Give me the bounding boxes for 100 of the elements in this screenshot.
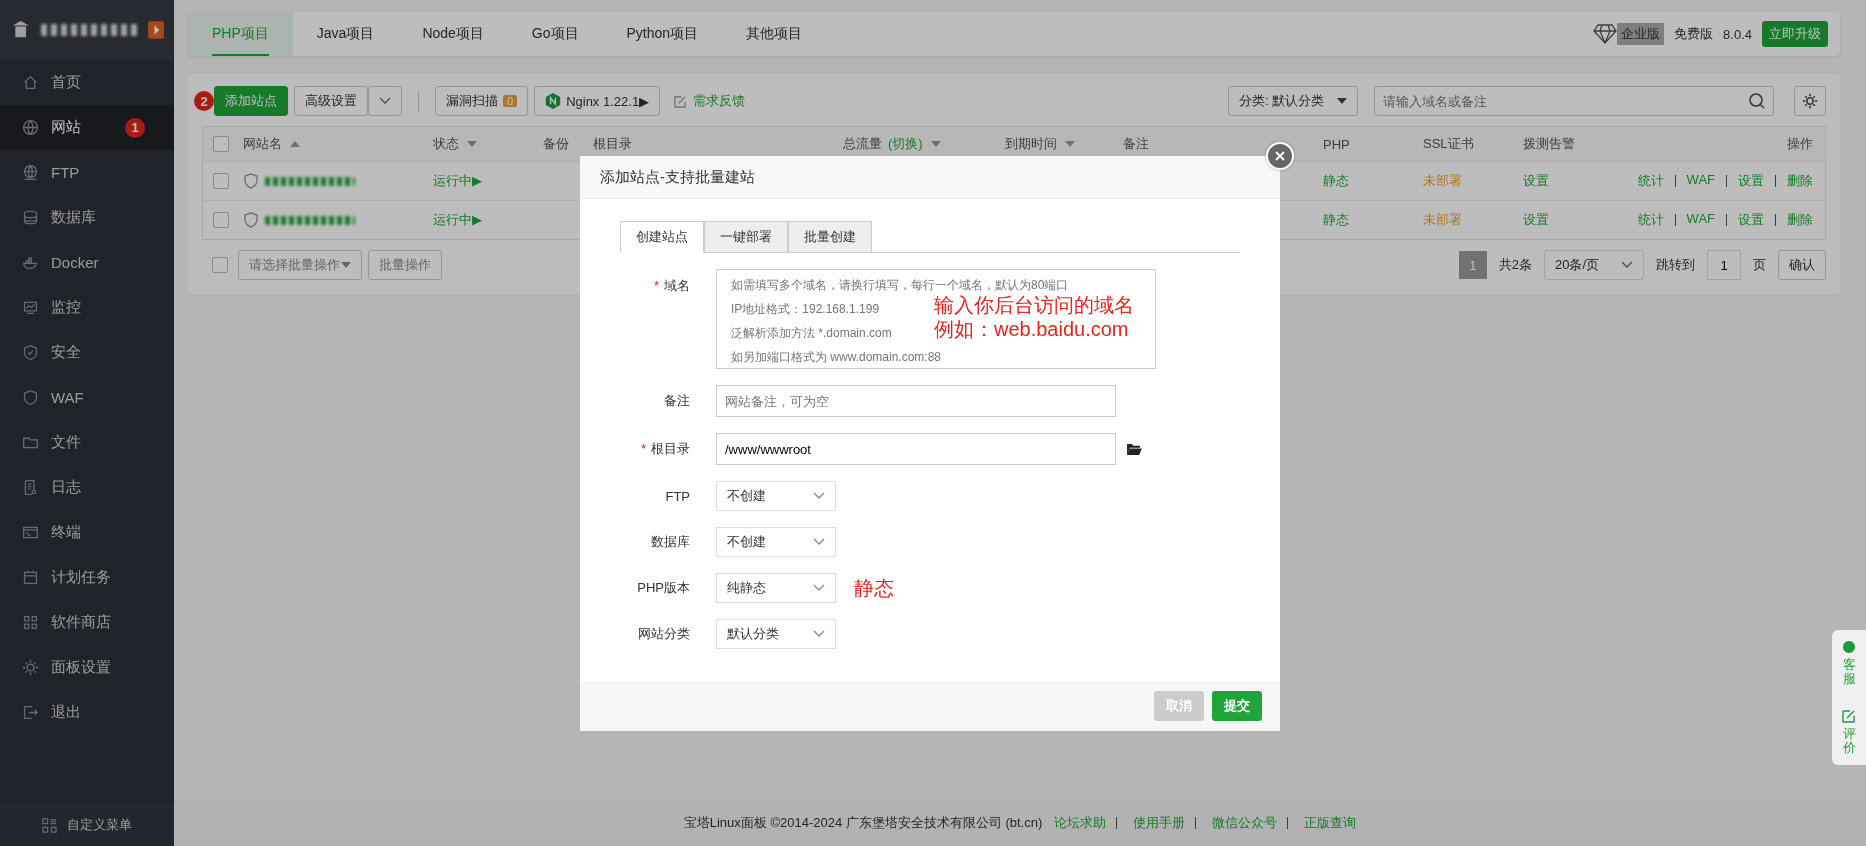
project-tab[interactable]: Go项目 (507, 12, 603, 56)
sidebar-item[interactable]: 首页 (0, 60, 174, 105)
sidebar-label: 监控 (51, 298, 81, 317)
project-tab[interactable]: Python项目 (602, 12, 723, 56)
column-header[interactable]: 到期时间 (1005, 135, 1123, 153)
sidebar-label: 终端 (51, 523, 81, 542)
traffic-switch-link[interactable]: (切换) (888, 135, 923, 153)
sidebar-label: 退出 (51, 703, 81, 722)
shield-icon (243, 212, 259, 228)
monitor-link[interactable]: 设置 (1523, 211, 1623, 229)
category-select[interactable]: 分类: 默认分类 (1228, 86, 1358, 116)
checkbox[interactable] (212, 257, 228, 273)
action-link[interactable]: 统计 (1637, 172, 1664, 190)
sidebar-label: 日志 (51, 478, 81, 497)
custom-menu-link[interactable]: 自定义菜单 (67, 816, 132, 834)
sidebar-item[interactable]: 软件商店 (0, 600, 174, 645)
root-directory-field[interactable]: /www/wwwroot (716, 433, 1116, 465)
dropdown-select[interactable]: 不创建 (716, 481, 836, 511)
dialog-tab[interactable]: 一键部署 (704, 221, 788, 252)
feedback-link[interactable]: 需求反馈 (693, 92, 746, 110)
monitor-link[interactable]: 设置 (1523, 172, 1623, 190)
sidebar-item[interactable]: FTP (0, 150, 174, 195)
checkbox[interactable] (213, 212, 229, 228)
database-icon (22, 209, 39, 226)
sidebar-item[interactable]: 数据库 (0, 195, 174, 240)
nginx-button[interactable]: Nginx 1.22.1▶ (534, 86, 661, 116)
column-header[interactable]: 拨测告警 (1523, 135, 1623, 153)
page-unit-label: 页 (1753, 256, 1766, 274)
shield-icon (22, 344, 39, 361)
upgrade-button[interactable]: 立即升级 (1762, 21, 1828, 47)
review-button[interactable]: 评价 (1842, 708, 1856, 756)
annotation-text: 静态 (854, 575, 894, 601)
action-link[interactable]: 删除 (1787, 172, 1813, 190)
folder-icon[interactable] (1126, 442, 1143, 456)
project-tab[interactable]: 其他项目 (722, 12, 827, 56)
sidebar-label: 网站 (51, 118, 81, 137)
chevron-down-icon (813, 630, 825, 638)
sidebar-item[interactable]: 面板设置 (0, 645, 174, 690)
batch-action-button[interactable]: 批量操作 (368, 250, 442, 280)
status-link[interactable]: 运行中▶ (433, 172, 543, 190)
dropdown-select[interactable]: 默认分类 (716, 619, 836, 649)
sidebar-item[interactable]: WAF (0, 375, 174, 420)
project-tab[interactable]: Java项目 (292, 12, 399, 56)
sidebar-item[interactable]: 监控 (0, 285, 174, 330)
edit-icon (674, 94, 688, 108)
sidebar-item[interactable]: 安全 (0, 330, 174, 375)
search-field[interactable]: 请输入域名或备注 (1374, 86, 1774, 116)
column-header[interactable]: 网站名 (243, 135, 433, 153)
column-header[interactable]: 备份 (543, 135, 593, 153)
sidebar-item[interactable]: 日志 (0, 465, 174, 510)
sidebar-label: 面板设置 (51, 658, 111, 677)
sidebar-item[interactable]: 终端 (0, 510, 174, 555)
search-icon[interactable] (1749, 93, 1765, 109)
column-header[interactable]: 操作 (1623, 135, 1813, 153)
column-header[interactable]: 状态 (433, 135, 543, 153)
dropdown-select[interactable]: 纯静态 (716, 573, 836, 603)
enterprise-edition-label[interactable]: 企业版 (1617, 23, 1665, 45)
column-header[interactable]: SSL证书 (1423, 135, 1523, 153)
add-site-button[interactable]: 添加站点 (214, 86, 288, 116)
php-link[interactable]: 静态 (1323, 211, 1423, 229)
sidebar-label: WAF (51, 389, 84, 406)
page-input[interactable]: 1 (1707, 250, 1741, 280)
advanced-settings-button[interactable]: 高级设置 (294, 86, 368, 116)
batch-action-select[interactable]: 请选择批量操作 (238, 250, 362, 280)
home-icon (22, 74, 39, 91)
vulnerability-scan-button[interactable]: 漏洞扫描 0 (435, 86, 529, 116)
action-link[interactable]: WAF (1686, 211, 1715, 229)
action-link[interactable]: 设置 (1738, 172, 1764, 190)
project-tab[interactable]: Node项目 (398, 12, 508, 56)
column-header[interactable]: 总流量 (切换) (843, 135, 1005, 153)
remark-field[interactable]: 网站备注，可为空 (716, 385, 1116, 417)
customer-service-button[interactable]: 客服 (1842, 640, 1856, 687)
settings-button[interactable] (1794, 86, 1826, 116)
column-header[interactable]: 根目录 (593, 135, 843, 153)
column-header[interactable]: 备注 (1123, 135, 1323, 153)
sidebar-label: 计划任务 (51, 568, 111, 587)
status-link[interactable]: 运行中▶ (433, 211, 543, 229)
column-header[interactable]: PHP (1323, 136, 1423, 152)
sidebar-item[interactable]: 网站 1 (0, 105, 174, 150)
action-link[interactable]: 设置 (1738, 211, 1764, 229)
sidebar-item[interactable]: Docker (0, 240, 174, 285)
action-link[interactable]: 统计 (1637, 211, 1664, 229)
action-link[interactable]: WAF (1686, 172, 1715, 190)
checkbox[interactable] (213, 136, 229, 152)
confirm-button[interactable]: 确认 (1778, 250, 1826, 280)
action-link[interactable]: 删除 (1787, 211, 1813, 229)
dropdown-select[interactable]: 不创建 (716, 527, 836, 557)
submit-button[interactable]: 提交 (1212, 691, 1262, 721)
dropdown-button[interactable] (368, 86, 402, 116)
grid-icon (22, 614, 39, 631)
sidebar-item[interactable]: 文件 (0, 420, 174, 465)
page-size-select[interactable]: 20条/页 (1544, 250, 1644, 280)
sidebar-item[interactable]: 计划任务 (0, 555, 174, 600)
checkbox[interactable] (213, 173, 229, 189)
dialog-tab[interactable]: 创建站点 (620, 221, 704, 253)
php-link[interactable]: 静态 (1323, 172, 1423, 190)
triangle-down-icon (341, 262, 351, 268)
sidebar-item[interactable]: 退出 (0, 690, 174, 735)
field-label: 根目录 (651, 441, 690, 456)
dialog-tab[interactable]: 批量创建 (788, 221, 872, 252)
